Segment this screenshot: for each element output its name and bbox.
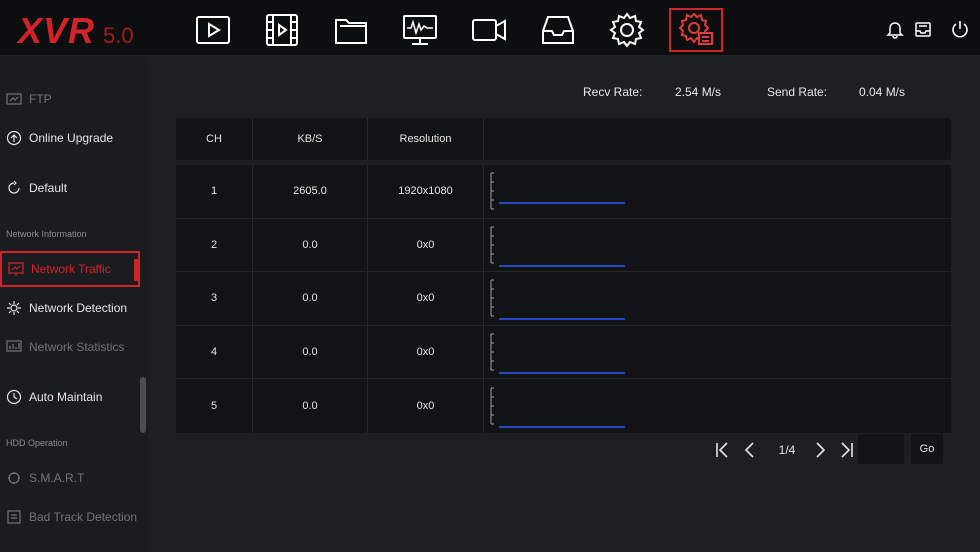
version-label: 5.0 <box>103 23 134 48</box>
default-icon <box>6 180 22 196</box>
cell-resolution: 0x0 <box>368 272 484 325</box>
column-header-ch: CH <box>176 118 253 160</box>
camera-icon[interactable] <box>462 8 516 52</box>
column-header-graph <box>484 118 951 160</box>
sidebar-item-ftp[interactable]: FTP <box>0 81 140 117</box>
cell-ch: 4 <box>176 325 253 379</box>
sidebar-item-label: Auto Maintain <box>29 390 103 404</box>
table-row: 2 0.0 0x0 <box>176 218 951 273</box>
sidebar: FTP Online Upgrade Default Network Infor… <box>0 57 148 552</box>
cell-kbs: 0.0 <box>253 272 368 325</box>
smart-icon <box>6 470 22 486</box>
cell-kbs: 0.0 <box>253 379 368 433</box>
monitor-icon[interactable] <box>393 8 447 52</box>
settings-gear-icon[interactable] <box>600 8 654 52</box>
cell-ch: 3 <box>176 272 253 325</box>
table-row: 4 0.0 0x0 <box>176 325 951 380</box>
pager: 1/4 <box>712 436 857 464</box>
sidebar-item-online-upgrade[interactable]: Online Upgrade <box>0 120 140 156</box>
first-page-icon[interactable] <box>712 440 732 460</box>
ftp-icon <box>6 91 22 107</box>
traffic-graph <box>484 326 951 379</box>
table-row: 1 2605.0 1920x1080 <box>176 165 951 219</box>
column-header-kbs: KB/S <box>253 118 368 160</box>
top-bar: XVR 5.0 <box>0 0 980 56</box>
cell-kbs: 0.0 <box>253 218 368 272</box>
network-statistics-icon <box>6 339 22 355</box>
cell-kbs: 0.0 <box>253 325 368 379</box>
section-header-hdd-operation: HDD Operation <box>6 438 68 448</box>
traffic-table: CH KB/S Resolution 1 2605.0 1920x1080 2 … <box>176 118 951 433</box>
network-detection-icon <box>6 300 22 316</box>
column-header-resolution: Resolution <box>368 118 484 160</box>
go-button[interactable]: Go <box>911 434 943 464</box>
bad-track-icon <box>6 509 22 525</box>
table-header: CH KB/S Resolution <box>176 118 951 160</box>
sidebar-item-smart[interactable]: S.M.A.R.T <box>0 460 140 496</box>
sidebar-item-label: Bad Track Detection <box>29 510 138 524</box>
sidebar-scrollbar[interactable] <box>140 377 146 433</box>
sidebar-item-network-detection[interactable]: Network Detection <box>0 290 140 326</box>
cell-ch: 1 <box>176 165 253 218</box>
sidebar-item-auto-maintain[interactable]: Auto Maintain <box>0 379 140 415</box>
auto-maintain-icon <box>6 389 22 405</box>
previous-page-icon[interactable] <box>740 440 760 460</box>
power-icon[interactable] <box>949 18 971 40</box>
recv-rate-value: 2.54 M/s <box>675 85 722 99</box>
traffic-graph <box>484 272 951 325</box>
upgrade-icon <box>6 130 22 146</box>
storage-icon[interactable] <box>531 8 585 52</box>
send-rate-label: Send Rate: <box>767 85 828 99</box>
section-header-network-information: Network Information <box>6 229 87 239</box>
logo: XVR 5.0 <box>18 10 134 51</box>
table-row: 5 0.0 0x0 <box>176 379 951 433</box>
sidebar-item-label: Network Traffic <box>31 262 111 276</box>
page-number-input[interactable] <box>858 434 904 464</box>
send-rate-value: 0.04 M/s <box>859 85 906 99</box>
cell-kbs: 2605.0 <box>253 165 368 218</box>
bell-icon[interactable] <box>884 18 906 40</box>
sidebar-item-label: Default <box>29 181 68 195</box>
sidebar-item-label: FTP <box>29 92 52 106</box>
cell-resolution: 0x0 <box>368 218 484 272</box>
disk-icon[interactable] <box>912 18 934 40</box>
system-settings-icon[interactable] <box>669 8 723 52</box>
traffic-graph <box>484 219 951 272</box>
cell-resolution: 1920x1080 <box>368 165 484 218</box>
cell-ch: 2 <box>176 218 253 272</box>
sidebar-item-bad-track-detection[interactable]: Bad Track Detection <box>0 499 140 535</box>
table-body: 1 2605.0 1920x1080 2 0.0 0x0 3 0.0 0x0 4… <box>176 165 951 433</box>
folder-icon[interactable] <box>324 8 378 52</box>
sidebar-item-default[interactable]: Default <box>0 170 140 206</box>
brand-logo: XVR <box>18 10 96 51</box>
network-traffic-icon <box>8 261 24 277</box>
sidebar-item-label: S.M.A.R.T <box>29 471 85 485</box>
traffic-graph <box>484 165 951 218</box>
video-list-icon[interactable] <box>255 8 309 52</box>
page-indicator: 1/4 <box>778 443 796 457</box>
sidebar-item-label: Online Upgrade <box>29 131 114 145</box>
cell-resolution: 0x0 <box>368 379 484 433</box>
playback-icon[interactable] <box>186 8 240 52</box>
recv-rate-label: Recv Rate: <box>583 85 643 99</box>
cell-resolution: 0x0 <box>368 325 484 379</box>
last-page-icon[interactable] <box>837 440 857 460</box>
sidebar-item-network-traffic[interactable]: Network Traffic <box>0 251 140 287</box>
next-page-icon[interactable] <box>810 440 830 460</box>
sidebar-item-label: Network Statistics <box>29 340 125 354</box>
table-row: 3 0.0 0x0 <box>176 272 951 326</box>
cell-ch: 5 <box>176 379 253 433</box>
traffic-graph <box>484 379 951 433</box>
sidebar-item-label: Network Detection <box>29 301 128 315</box>
sidebar-item-network-statistics[interactable]: Network Statistics <box>0 329 140 365</box>
